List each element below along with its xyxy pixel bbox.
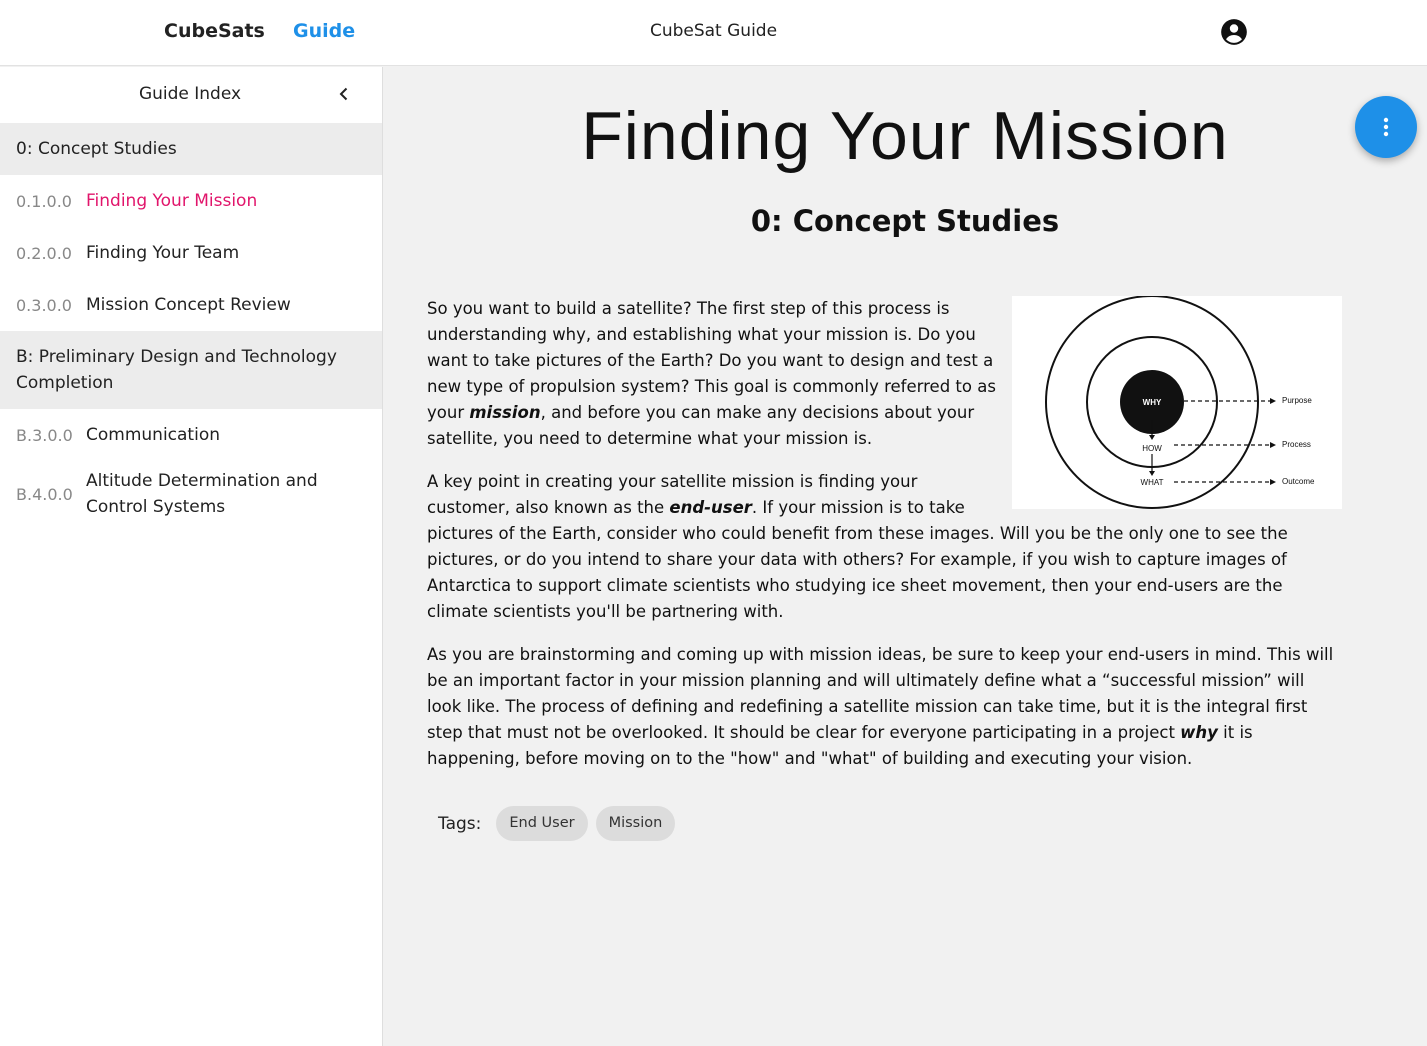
diagram-why-label: WHY: [1143, 398, 1162, 407]
guide-item-label: Mission Concept Review: [86, 295, 291, 315]
guide-item-label: Finding Your Mission: [86, 191, 258, 211]
more-options-fab[interactable]: [1355, 96, 1417, 158]
guide-item-number: 0.3.0.0: [16, 295, 72, 315]
guide-item-label: Communication: [86, 425, 220, 445]
why-how-what-diagram: WHY HOW WHAT Purpose Process Outcome: [1012, 296, 1342, 509]
guide-item-number: 0.2.0.0: [16, 243, 72, 263]
tags-row: Tags: End User Mission: [438, 806, 683, 841]
app-title: CubeSat Guide: [649, 21, 778, 41]
page-title: Finding Your Mission: [581, 98, 1229, 174]
guide-item-label: Altitude Determination and Control Syste…: [86, 471, 318, 517]
diagram-process-label: Process: [1282, 440, 1311, 449]
paragraph-3: As you are brainstorming and coming up w…: [427, 645, 1334, 768]
diagram-how-label: HOW: [1142, 444, 1162, 453]
diagram-outcome-label: Outcome: [1282, 477, 1315, 486]
diagram-what-label: WHAT: [1141, 478, 1164, 487]
article-body: WHY HOW WHAT Purpose Process Outcome So …: [427, 296, 1342, 789]
guide-item-finding-your-team[interactable]: 0.2.0.0 Finding Your Team: [0, 227, 382, 279]
guide-item-label: Finding Your Team: [86, 243, 240, 263]
tags-label: Tags:: [438, 813, 482, 834]
more-vert-icon: [1383, 117, 1389, 137]
guide-item-number: B.3.0.0: [16, 425, 73, 445]
top-app-bar: CubeSats Guide CubeSat Guide: [0, 0, 1427, 66]
guide-item-mission-concept-review[interactable]: 0.3.0.0 Mission Concept Review: [0, 279, 382, 331]
guide-article: Finding Your Mission 0: Concept Studies …: [383, 67, 1427, 1046]
sidebar-header: Guide Index: [0, 67, 382, 123]
guide-item-finding-your-mission[interactable]: 0.1.0.0 Finding Your Mission: [0, 175, 382, 227]
chevron-left-icon[interactable]: [334, 84, 354, 104]
tag-chip-end-user[interactable]: End User: [496, 806, 588, 841]
sidebar-title: Guide Index: [138, 84, 242, 104]
section-preliminary-design[interactable]: B: Preliminary Design and Technology Com…: [0, 331, 382, 409]
guide-item-number: 0.1.0.0: [16, 191, 72, 211]
page-subtitle: 0: Concept Studies: [750, 204, 1060, 238]
guide-item-number: B.4.0.0: [16, 484, 73, 504]
diagram-purpose-label: Purpose: [1282, 396, 1312, 405]
account-circle-icon[interactable]: [1220, 18, 1248, 46]
tag-chip-mission[interactable]: Mission: [595, 806, 676, 841]
section-concept-studies[interactable]: 0: Concept Studies: [0, 123, 382, 175]
guide-item-communication[interactable]: B.3.0.0 Communication: [0, 409, 382, 461]
guide-item-altitude-determination[interactable]: B.4.0.0 Altitude Determination and Contr…: [0, 461, 382, 527]
guide-index-sidebar: Guide Index 0: Concept Studies 0.1.0.0 F…: [0, 67, 383, 1046]
